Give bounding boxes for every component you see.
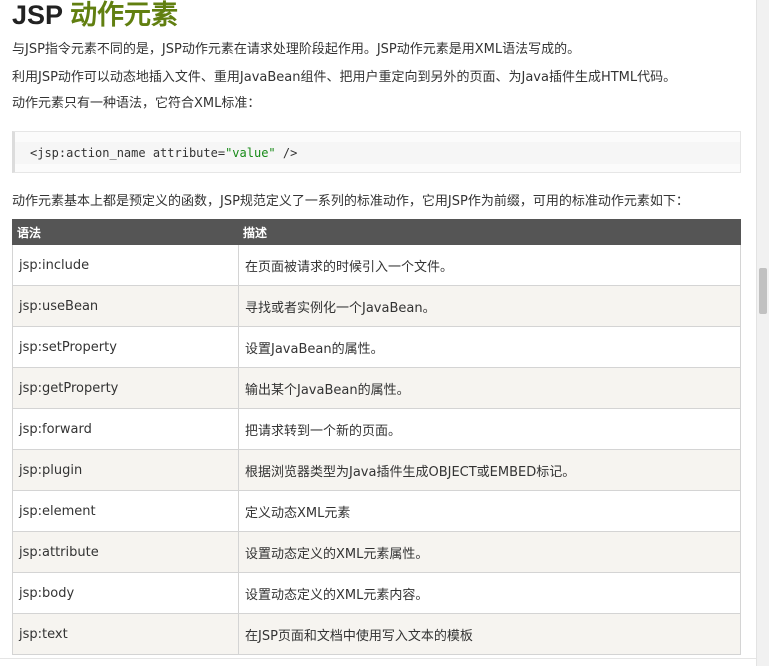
- syntax-cell: jsp:useBean: [12, 285, 239, 327]
- code-block: <jsp:action_name attribute="value" />: [12, 131, 741, 173]
- paragraph-1: 与JSP指令元素不同的是，JSP动作元素在请求处理阶段起作用。JSP动作元素是用…: [12, 42, 581, 57]
- code-text: <jsp:action_name attribute="value" />: [30, 145, 297, 161]
- table-row: jsp:plugin 根据浏览器类型为Java插件生成OBJECT或EMBED标…: [12, 449, 741, 491]
- description-cell: 在页面被请求的时候引入一个文件。: [238, 244, 741, 286]
- description-cell: 设置动态定义的XML元素内容。: [238, 572, 741, 614]
- syntax-cell: jsp:text: [12, 613, 239, 655]
- paragraph-3: 动作元素只有一种语法，它符合XML标准：: [12, 96, 261, 111]
- description-cell: 把请求转到一个新的页面。: [238, 408, 741, 450]
- syntax-cell: jsp:setProperty: [12, 326, 239, 368]
- scrollbar-thumb[interactable]: [759, 268, 767, 314]
- syntax-cell: jsp:body: [12, 572, 239, 614]
- syntax-cell: jsp:forward: [12, 408, 239, 450]
- header-syntax: 语法: [12, 219, 239, 245]
- code-string: "value": [225, 146, 276, 160]
- table-row: jsp:include 在页面被请求的时候引入一个文件。: [12, 244, 741, 286]
- description-cell: 在JSP页面和文档中使用写入文本的模板: [238, 613, 741, 655]
- table-row: jsp:forward 把请求转到一个新的页面。: [12, 408, 741, 450]
- table-intro: 动作元素基本上都是预定义的函数，JSP规范定义了一系列的标准动作，它用JSP作为…: [12, 194, 689, 209]
- description-cell: 定义动态XML元素: [238, 490, 741, 532]
- table-row: jsp:setProperty 设置JavaBean的属性。: [12, 326, 741, 368]
- description-cell: 设置JavaBean的属性。: [238, 326, 741, 368]
- table-row: jsp:element 定义动态XML元素: [12, 490, 741, 532]
- vertical-scrollbar[interactable]: [756, 0, 769, 666]
- syntax-cell: jsp:element: [12, 490, 239, 532]
- header-description: 描述: [238, 219, 741, 245]
- table-header-row: 语法 描述: [12, 219, 741, 245]
- syntax-cell: jsp:getProperty: [12, 367, 239, 409]
- syntax-cell: jsp:include: [12, 244, 239, 286]
- page-title: JSP 动作元素: [12, 0, 178, 30]
- table-row: jsp:attribute 设置动态定义的XML元素属性。: [12, 531, 741, 573]
- section-divider: [0, 658, 756, 659]
- description-cell: 寻找或者实例化一个JavaBean。: [238, 285, 741, 327]
- table-row: jsp:text 在JSP页面和文档中使用写入文本的模板: [12, 613, 741, 655]
- table-row: jsp:useBean 寻找或者实例化一个JavaBean。: [12, 285, 741, 327]
- table-row: jsp:body 设置动态定义的XML元素内容。: [12, 572, 741, 614]
- description-cell: 输出某个JavaBean的属性。: [238, 367, 741, 409]
- table-row: jsp:getProperty 输出某个JavaBean的属性。: [12, 367, 741, 409]
- description-cell: 设置动态定义的XML元素属性。: [238, 531, 741, 573]
- description-cell: 根据浏览器类型为Java插件生成OBJECT或EMBED标记。: [238, 449, 741, 491]
- syntax-cell: jsp:attribute: [12, 531, 239, 573]
- syntax-cell: jsp:plugin: [12, 449, 239, 491]
- title-accent: 动作元素: [70, 0, 179, 30]
- code-suffix: />: [275, 146, 298, 160]
- actions-table: 语法 描述 jsp:include 在页面被请求的时候引入一个文件。 jsp:u…: [12, 219, 741, 655]
- code-tag: <jsp:action_name attribute=: [30, 146, 226, 160]
- article-content: JSP 动作元素 与JSP指令元素不同的是，JSP动作元素在请求处理阶段起作用。…: [0, 0, 756, 666]
- paragraph-2: 利用JSP动作可以动态地插入文件、重用JavaBean组件、把用户重定向到另外的…: [12, 70, 677, 85]
- title-prefix: JSP: [12, 0, 63, 30]
